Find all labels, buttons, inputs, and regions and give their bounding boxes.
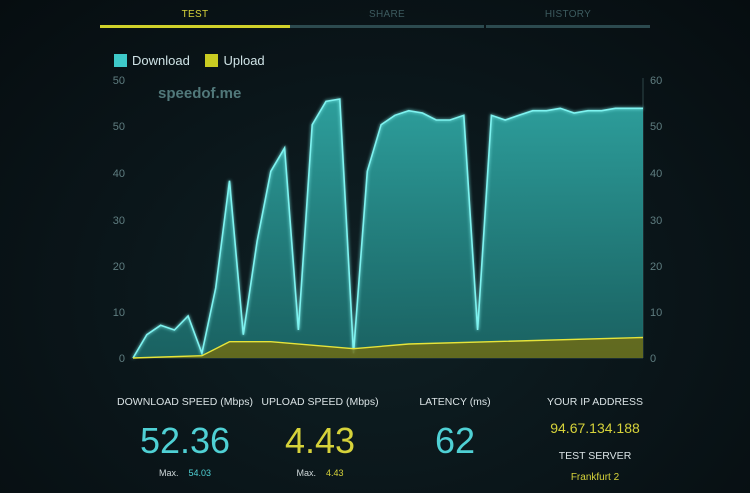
y-left-tick-label: 50 bbox=[113, 75, 125, 87]
upload-max-row: Max. 4.43 bbox=[250, 468, 390, 478]
y-right-tick-label: 60 bbox=[650, 75, 662, 87]
download-stat: DOWNLOAD SPEED (Mbps) 52.36 Max. 54.03 bbox=[110, 396, 260, 478]
y-right-tick-label: 10 bbox=[650, 307, 662, 319]
download-max-row: Max. 54.03 bbox=[110, 468, 260, 478]
latency-value: 62 bbox=[434, 420, 476, 461]
y-left-tick-label: 10 bbox=[113, 307, 125, 319]
upload-speed-value: 4.43 bbox=[284, 420, 356, 461]
download-max-value: 54.03 bbox=[188, 468, 212, 478]
upload-speed-label: UPLOAD SPEED (Mbps) bbox=[261, 396, 379, 408]
y-right-tick-label: 20 bbox=[650, 261, 662, 273]
download-speed-label: DOWNLOAD SPEED (Mbps) bbox=[117, 396, 253, 408]
y-right-tick-label: 50 bbox=[650, 121, 662, 133]
ip-address-label: YOUR IP ADDRESS bbox=[546, 396, 644, 408]
download-max-label: Max. bbox=[158, 468, 179, 478]
y-left-tick-label: 40 bbox=[113, 168, 125, 180]
latency-label: LATENCY (ms) bbox=[419, 396, 491, 408]
ip-address-value: 94.67.134.188 bbox=[550, 420, 640, 436]
test-server-value: Frankfurt 2 bbox=[570, 472, 620, 483]
upload-max-label: Max. bbox=[296, 468, 316, 478]
y-left-tick-label: 30 bbox=[113, 215, 125, 227]
upload-max-value: 4.43 bbox=[325, 468, 344, 478]
latency-stat: LATENCY (ms) 62 bbox=[405, 396, 505, 462]
ip-stat: YOUR IP ADDRESS 94.67.134.188 TEST SERVE… bbox=[530, 396, 660, 483]
y-left-tick-label: 0 bbox=[119, 353, 125, 365]
y-left-tick-label: 20 bbox=[113, 261, 125, 273]
upload-stat: UPLOAD SPEED (Mbps) 4.43 Max. 4.43 bbox=[250, 396, 390, 478]
y-left-tick-label: 50 bbox=[113, 121, 125, 133]
download-speed-value: 52.36 bbox=[139, 420, 231, 461]
y-right-tick-label: 30 bbox=[650, 215, 662, 227]
brand-watermark: speedof.me bbox=[158, 85, 242, 102]
test-server-label: TEST SERVER bbox=[558, 450, 632, 462]
y-right-tick-label: 0 bbox=[650, 353, 656, 365]
speed-chart: 0 10 20 30 40 50 0 10 20 30 40 50 60 50 bbox=[113, 75, 663, 365]
y-right-tick-label: 40 bbox=[650, 168, 662, 180]
